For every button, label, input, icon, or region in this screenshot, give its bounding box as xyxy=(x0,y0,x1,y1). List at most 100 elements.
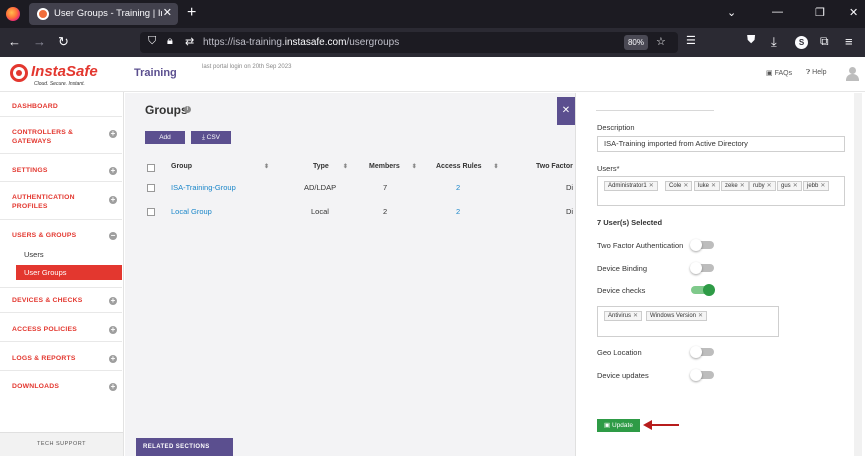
back-icon[interactable]: ← xyxy=(8,34,21,49)
column-header-access-rules[interactable]: Access Rules ⬍ xyxy=(436,163,499,170)
remove-tag-icon[interactable]: ✕ xyxy=(820,183,825,189)
tab-close-icon[interactable]: ✕ xyxy=(163,6,172,19)
sidebar-item-devices-checks[interactable]: DEVICES & CHECKS xyxy=(12,296,82,305)
device-checks-multiselect[interactable]: Antivirus ✕ Windows Version ✕ xyxy=(597,306,779,337)
sidebar-item-controllers[interactable]: CONTROLLERS & xyxy=(12,128,73,137)
sidebar-item-dashboard[interactable]: DASHBOARD xyxy=(12,102,58,111)
device-checks-toggle[interactable] xyxy=(691,284,715,296)
app-title: Training xyxy=(134,67,177,79)
app-menu-icon[interactable]: ≡ xyxy=(845,34,853,49)
reader-view-icon[interactable]: ☰ xyxy=(686,34,696,47)
expand-authentication-icon[interactable]: + xyxy=(109,196,117,204)
remove-tag-icon[interactable]: ✕ xyxy=(698,313,703,319)
check-tag[interactable]: Windows Version ✕ xyxy=(646,311,708,321)
url-text[interactable]: https://isa-training.instasafe.com/userg… xyxy=(203,37,399,48)
user-tag[interactable]: Cole ✕ xyxy=(665,181,693,191)
remove-tag-icon[interactable]: ✕ xyxy=(740,183,745,189)
new-tab-icon[interactable]: + xyxy=(187,4,196,22)
remove-tag-icon[interactable]: ✕ xyxy=(649,183,654,189)
panel-scrollbar[interactable] xyxy=(854,93,862,456)
device-updates-toggle[interactable] xyxy=(690,369,714,381)
row-checkbox[interactable] xyxy=(147,208,155,216)
remove-tag-icon[interactable]: ✕ xyxy=(793,183,798,189)
user-tag[interactable]: luke ✕ xyxy=(694,181,721,191)
expand-logs-icon[interactable]: + xyxy=(109,355,117,363)
info-icon[interactable]: i xyxy=(184,106,191,113)
faqs-link[interactable]: ▣ FAQs xyxy=(766,69,792,77)
sidebar-sub-users[interactable]: Users xyxy=(24,250,44,259)
remove-tag-icon[interactable]: ✕ xyxy=(711,183,716,189)
sidebar-item-access-policies[interactable]: ACCESS POLICIES xyxy=(12,325,77,334)
tech-support[interactable]: TECH SUPPORT xyxy=(0,432,123,456)
edit-group-panel: Description ISA-Training imported from A… xyxy=(575,93,865,456)
zoom-level[interactable]: 80% xyxy=(624,35,648,50)
address-bar[interactable]: ⛉ 🔒︎ ⇄ https://isa-training.instasafe.co… xyxy=(140,32,678,53)
firefox-menu-icon[interactable] xyxy=(6,7,20,21)
downloads-icon[interactable]: ⤓ xyxy=(771,34,777,50)
expand-controllers-icon[interactable]: + xyxy=(109,130,117,138)
group-link[interactable]: Local Group xyxy=(171,207,212,216)
column-header-type[interactable]: Type ⬍ xyxy=(313,163,348,170)
browser-tab[interactable]: User Groups - Training | InstaSafe ✕ xyxy=(29,3,178,25)
csv-button[interactable]: ⤓ CSV xyxy=(191,131,231,144)
group-link[interactable]: ISA-Training-Group xyxy=(171,183,236,192)
sidebar-item-gateways[interactable]: GATEWAYS xyxy=(12,137,51,146)
remove-tag-icon[interactable]: ✕ xyxy=(683,183,688,189)
expand-devices-icon[interactable]: + xyxy=(109,297,117,305)
browser-tab-bar: User Groups - Training | InstaSafe ✕ + ⌄… xyxy=(0,0,865,28)
restore-icon[interactable]: ❐ xyxy=(815,6,825,19)
description-field[interactable]: ISA-Training imported from Active Direct… xyxy=(597,136,845,152)
sidebar-item-settings[interactable]: SETTINGS xyxy=(12,166,48,175)
two-factor-toggle[interactable] xyxy=(690,239,714,251)
related-sections-tab[interactable]: RELATED SECTIONS xyxy=(136,438,233,456)
user-tag[interactable]: gus ✕ xyxy=(777,181,802,191)
group-access-rules-link[interactable]: 2 xyxy=(456,183,460,192)
extensions-icon[interactable]: ⧉ xyxy=(820,34,829,49)
close-panel-icon[interactable]: ✕ xyxy=(557,97,575,125)
pocket-icon[interactable]: ⛊ xyxy=(747,34,755,47)
column-header-members[interactable]: Members ⬍ xyxy=(369,163,417,170)
select-all-checkbox[interactable] xyxy=(147,164,155,172)
user-tag[interactable]: zeke ✕ xyxy=(721,181,749,191)
user-tag[interactable]: ruby ✕ xyxy=(749,181,776,191)
geo-location-toggle[interactable] xyxy=(690,346,714,358)
expand-access-policies-icon[interactable]: + xyxy=(109,326,117,334)
column-header-two-factor[interactable]: Two Factor xyxy=(536,163,573,170)
help-link[interactable]: ❓︎ Help xyxy=(806,69,827,77)
column-header-group[interactable]: Group ⬍ xyxy=(171,163,269,170)
remove-tag-icon[interactable]: ✕ xyxy=(633,313,638,319)
shield-icon[interactable]: ⛉ xyxy=(148,35,156,48)
minimize-icon[interactable]: — xyxy=(772,6,783,18)
close-window-icon[interactable]: ✕ xyxy=(849,6,858,19)
check-tag[interactable]: Antivirus ✕ xyxy=(604,311,643,321)
sidebar-item-profiles[interactable]: PROFILES xyxy=(12,202,48,211)
users-multiselect[interactable]: Administrator1 ✕ Cole ✕ luke ✕ zeke ✕ ruby ✕ … xyxy=(597,176,845,206)
sidebar-item-logs-reports[interactable]: LOGS & REPORTS xyxy=(12,354,76,363)
device-binding-toggle[interactable] xyxy=(690,262,714,274)
reload-icon[interactable]: ↻ xyxy=(58,34,69,50)
row-checkbox[interactable] xyxy=(147,184,155,192)
account-avatar[interactable]: S xyxy=(795,36,808,49)
lock-icon[interactable]: 🔒︎ xyxy=(167,35,173,48)
user-tag[interactable]: jebb ✕ xyxy=(803,181,830,191)
expand-downloads-icon[interactable]: + xyxy=(109,383,117,391)
sidebar-item-authentication[interactable]: AUTHENTICATION xyxy=(12,193,75,202)
user-tag[interactable]: Administrator1 ✕ xyxy=(604,181,658,191)
remove-tag-icon[interactable]: ✕ xyxy=(767,183,772,189)
sidebar-sub-user-groups[interactable]: User Groups xyxy=(16,265,122,280)
instasafe-favicon-icon xyxy=(37,8,49,20)
user-avatar-icon[interactable] xyxy=(846,67,859,81)
sidebar-item-users-groups[interactable]: USERS & GROUPS xyxy=(12,231,76,240)
collapse-users-groups-icon[interactable]: − xyxy=(109,232,117,240)
tab-list-icon[interactable]: ⌄ xyxy=(727,6,736,19)
bookmark-star-icon[interactable]: ☆ xyxy=(656,35,666,48)
update-button[interactable]: ▣ Update xyxy=(597,419,640,432)
permissions-icon[interactable]: ⇄ xyxy=(185,35,194,48)
group-access-rules-link[interactable]: 2 xyxy=(456,207,460,216)
sidebar-item-downloads[interactable]: DOWNLOADS xyxy=(12,382,59,391)
tab-title: User Groups - Training | InstaSafe xyxy=(54,8,162,19)
add-button[interactable]: Add xyxy=(145,131,185,144)
expand-settings-icon[interactable]: + xyxy=(109,167,117,175)
app-header: InstaSafe Cloud. Secure. Instant. Traini… xyxy=(0,57,865,92)
forward-icon[interactable]: → xyxy=(33,34,46,49)
